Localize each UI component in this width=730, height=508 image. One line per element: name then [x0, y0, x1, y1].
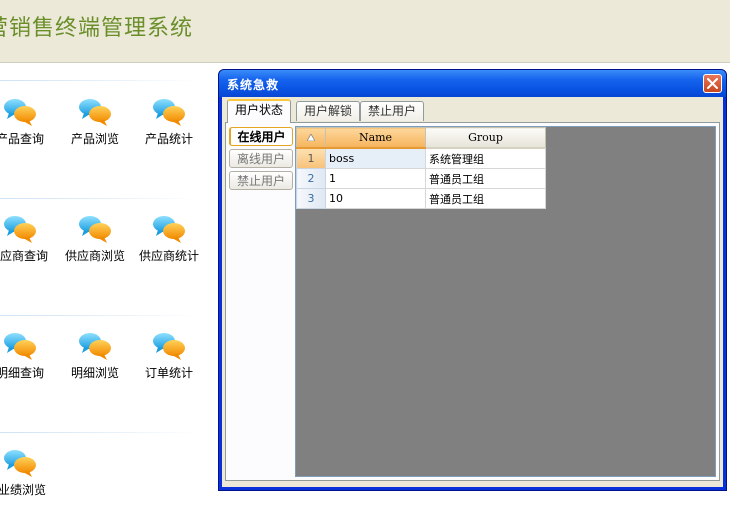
chat-bubble-icon	[78, 97, 112, 127]
chat-bubble-icon	[3, 448, 37, 478]
table-row[interactable]: 1 boss 系统管理组	[296, 147, 546, 169]
row-number: 1	[296, 147, 326, 169]
tile-product-stats[interactable]: 产品统计	[134, 97, 204, 157]
tab-panel: 在线用户 离线用户 禁止用户 Name Group 1 boss 系统管理组 2…	[225, 122, 720, 481]
tile-label: 业绩浏览	[0, 483, 46, 497]
section-divider	[0, 315, 200, 316]
chat-bubble-icon	[152, 214, 186, 244]
tile-supplier-stats[interactable]: 供应商统计	[134, 214, 204, 274]
tile-product-browse[interactable]: 产品浏览	[60, 97, 130, 157]
section-divider	[0, 80, 200, 81]
tile-product-query[interactable]: 产品查询	[0, 97, 55, 157]
tab-ban-user[interactable]: 禁止用户	[360, 101, 425, 121]
row-number: 2	[296, 168, 326, 189]
table-row[interactable]: 3 10 普通员工组	[296, 188, 546, 209]
cell-group[interactable]: 普通员工组	[425, 168, 546, 189]
grid-corner[interactable]	[296, 127, 326, 149]
app-header: 营销售终端管理系统	[0, 0, 730, 63]
chat-bubble-icon	[3, 97, 37, 127]
chat-bubble-icon	[78, 331, 112, 361]
app-title: 营销售终端管理系统	[0, 16, 194, 41]
tile-order-stats[interactable]: 订单统计	[134, 331, 204, 391]
tile-supplier-browse[interactable]: 供应商浏览	[60, 214, 130, 274]
column-header-name[interactable]: Name	[325, 127, 426, 149]
cell-name[interactable]: boss	[325, 147, 426, 169]
user-grid-area: Name Group 1 boss 系统管理组 2 1 普通员工组 3 10 普…	[295, 126, 716, 477]
tab-user-status[interactable]: 用户状态	[227, 99, 292, 123]
close-button[interactable]	[703, 74, 722, 93]
tile-label: 供应商统计	[138, 249, 199, 263]
chat-bubble-icon	[3, 331, 37, 361]
chat-bubble-icon	[78, 214, 112, 244]
chat-bubble-icon	[3, 214, 37, 244]
user-grid: Name Group 1 boss 系统管理组 2 1 普通员工组 3 10 普…	[296, 127, 546, 209]
cell-group[interactable]: 普通员工组	[425, 188, 546, 209]
online-users-button[interactable]: 在线用户	[229, 127, 293, 146]
row-number: 3	[296, 188, 326, 209]
system-emergency-dialog: 系统急救 用户状态 用户解锁 禁止用户 在线用户 离线用户 禁止用户 Name …	[218, 69, 727, 491]
column-header-group[interactable]: Group	[425, 127, 546, 149]
section-divider	[0, 198, 200, 199]
tile-detail-query[interactable]: 明细查询	[0, 331, 55, 391]
tile-supplier-query[interactable]: 供应商查询	[0, 214, 55, 274]
dialog-titlebar[interactable]: 系统急救	[219, 70, 726, 97]
cell-group[interactable]: 系统管理组	[425, 147, 546, 169]
tab-user-unlock[interactable]: 用户解锁	[296, 101, 361, 121]
sort-arrow-icon	[306, 133, 316, 142]
chat-bubble-icon	[152, 331, 186, 361]
tile-detail-browse[interactable]: 明细浏览	[60, 331, 130, 391]
cell-name[interactable]: 10	[325, 188, 426, 209]
tile-label: 产品统计	[144, 132, 193, 146]
banned-users-button[interactable]: 禁止用户	[229, 171, 293, 190]
grid-header-row: Name Group	[296, 127, 546, 149]
section-divider	[0, 432, 200, 433]
tile-label: 订单统计	[144, 366, 193, 380]
offline-users-button[interactable]: 离线用户	[229, 149, 293, 168]
chat-bubble-icon	[152, 97, 186, 127]
table-row[interactable]: 2 1 普通员工组	[296, 168, 546, 189]
dialog-title: 系统急救	[227, 78, 280, 92]
tile-performance-browse[interactable]: 业绩浏览	[0, 448, 55, 508]
close-icon	[707, 78, 718, 89]
cell-name[interactable]: 1	[325, 168, 426, 189]
dialog-client: 用户状态 用户解锁 禁止用户 在线用户 离线用户 禁止用户 Name Group…	[222, 97, 723, 487]
